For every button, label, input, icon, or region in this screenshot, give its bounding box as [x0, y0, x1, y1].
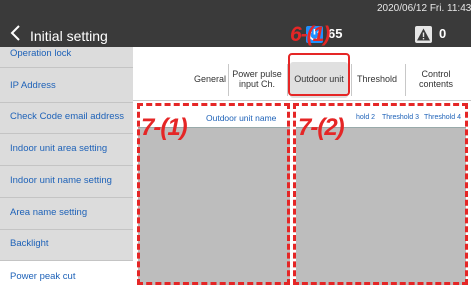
- sidebar-item-ip-address[interactable]: IP Address: [0, 80, 133, 91]
- tab-divider: [405, 64, 406, 96]
- sidebar-item-power-peak-cut[interactable]: Power peak cut: [0, 261, 133, 287]
- alert-icon[interactable]: [415, 26, 432, 43]
- tab-control-contents[interactable]: Control contents: [410, 62, 462, 98]
- back-icon[interactable]: [9, 24, 23, 42]
- sidebar-item-area-name[interactable]: Area name setting: [0, 207, 133, 218]
- sidebar-divider: [0, 133, 133, 134]
- datetime-display: 2020/06/12 Fri. 11:43: [377, 3, 471, 14]
- sidebar-divider: [0, 197, 133, 198]
- sidebar-divider: [0, 229, 133, 230]
- tab-callout-label: 6-(1): [290, 23, 330, 46]
- sidebar-divider: [0, 102, 133, 103]
- alert-count: 0: [439, 26, 447, 41]
- running-unit-count: 65: [328, 26, 343, 41]
- right-table-callout-label: 7-(2): [298, 114, 345, 141]
- sidebar-divider: [0, 67, 133, 68]
- sidebar-item-backlight[interactable]: Backlight: [0, 238, 133, 249]
- sidebar-item-check-code-email[interactable]: Check Code email address: [0, 111, 133, 122]
- sidebar-item-operation-lock[interactable]: Operation lock: [0, 48, 133, 59]
- top-bar: Initial setting 2020/06/12 Fri. 11:43 65…: [0, 0, 471, 47]
- sidebar-divider: [0, 165, 133, 166]
- tab-power-pulse-input[interactable]: Power pulse input Ch.: [229, 62, 285, 98]
- tabs-baseline: [133, 100, 471, 101]
- tab-threshold[interactable]: Threshold: [352, 62, 402, 98]
- sidebar-item-indoor-unit-name[interactable]: Indoor unit name setting: [0, 175, 133, 186]
- page-title: Initial setting: [30, 28, 108, 44]
- left-table-callout-label: 7-(1): [141, 114, 188, 141]
- sidebar-item-indoor-unit-area[interactable]: Indoor unit area setting: [0, 143, 133, 154]
- settings-sidebar: Operation lock IP Address Check Code ema…: [0, 47, 133, 287]
- tab-callout-box: [288, 53, 350, 96]
